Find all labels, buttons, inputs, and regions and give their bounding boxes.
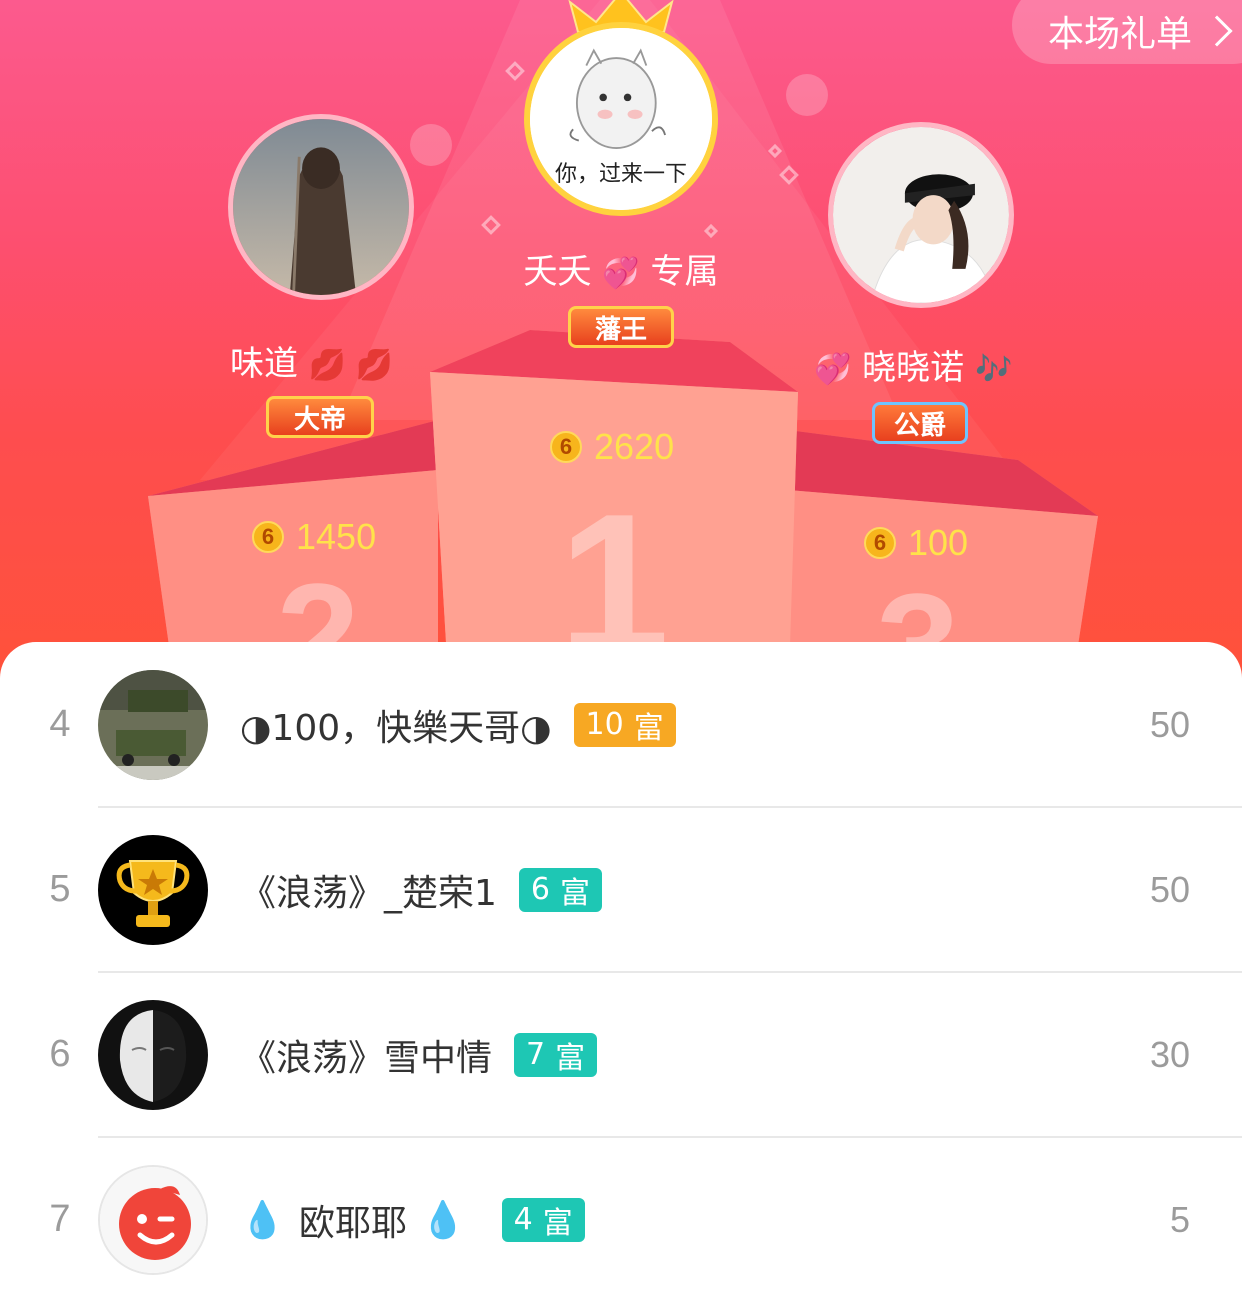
amount-first-value: 2620 xyxy=(594,426,675,467)
decor-bubble xyxy=(786,74,828,116)
score: 5 xyxy=(1169,1199,1190,1240)
rich-level: 6 xyxy=(530,872,550,907)
name-second: 味道 💋 💋 xyxy=(230,336,410,385)
amount-second-value: 1450 xyxy=(296,516,377,557)
amount-second: 6 1450 xyxy=(252,516,376,558)
heart-emoji-icon: 💞 xyxy=(814,352,852,387)
wink-face-avatar-image xyxy=(100,1167,206,1273)
avatar-first[interactable]: 你，过来一下 xyxy=(524,22,718,216)
title-badge-third: 公爵 xyxy=(872,402,968,444)
list-item[interactable]: 7 💧 欧耶耶 💧 4 富 5 xyxy=(0,1137,1242,1301)
username: 欧耶耶 xyxy=(298,1202,407,1244)
lips-emoji-icon: 💋 💋 xyxy=(308,348,394,383)
ranking-list: 4 ◑100，快樂天哥◑ 10 富 50 5 《浪荡》_楚荣1 6 富 50 6… xyxy=(0,642,1242,1301)
music-notes-emoji-icon: 🎶 xyxy=(974,352,1013,387)
list-item[interactable]: 5 《浪荡》_楚荣1 6 富 50 xyxy=(0,807,1242,972)
gift-list-button[interactable]: 本场礼单 xyxy=(1012,0,1242,64)
rich-level-badge: 6 富 xyxy=(518,867,602,912)
coin-icon: 6 xyxy=(550,431,582,463)
heart-emoji-icon: 💞 xyxy=(602,256,640,291)
mask-face-avatar-image xyxy=(98,1000,208,1110)
title-first-text: 藩王 xyxy=(594,314,647,345)
name-first: 夭夭 💞 专属 xyxy=(516,244,726,293)
avatar-first-caption: 你，过来一下 xyxy=(554,162,687,187)
score: 50 xyxy=(1149,869,1190,910)
coin-icon: 6 xyxy=(252,521,284,553)
rich-label: 富 xyxy=(555,1040,586,1076)
rich-level-badge: 7 富 xyxy=(514,1032,598,1077)
name-first-part2: 专属 xyxy=(650,252,719,292)
name-third-text: 晓晓诺 xyxy=(862,348,965,388)
gift-list-label: 本场礼单 xyxy=(1048,14,1193,55)
avatar-second[interactable] xyxy=(228,114,414,300)
rich-label: 富 xyxy=(560,875,590,911)
username: ◑100，快樂天哥◑ xyxy=(240,707,552,749)
title-badge-first: 藩王 xyxy=(568,306,674,348)
name-second-text: 味道 xyxy=(230,344,298,384)
list-item-name: ◑100，快樂天哥◑ 10 富 xyxy=(240,642,676,807)
rank-number: 6 xyxy=(49,1033,71,1075)
avatar-third[interactable] xyxy=(828,122,1014,308)
name-third: 💞 晓晓诺 🎶 xyxy=(814,340,1034,389)
name-first-part1: 夭夭 xyxy=(523,252,592,292)
trophy-avatar-image xyxy=(98,835,208,945)
rich-label: 富 xyxy=(633,710,664,746)
avatar[interactable] xyxy=(98,1000,208,1110)
list-item[interactable]: 6 《浪荡》雪中情 7 富 30 xyxy=(0,972,1242,1137)
username: 《浪荡》_楚荣1 xyxy=(240,872,497,914)
rank-number: 7 xyxy=(49,1198,71,1240)
title-badge-second: 大帝 xyxy=(266,396,374,438)
amount-third: 6 100 xyxy=(864,522,968,564)
leaderboard-hero: 本场礼单 2 3 1 6 1450 6 2620 6 100 你，过来一下 夭夭… xyxy=(0,0,1242,700)
amount-third-value: 100 xyxy=(908,522,969,563)
list-item-name: 《浪荡》雪中情 7 富 xyxy=(240,972,598,1137)
score: 30 xyxy=(1149,1034,1190,1075)
droplet-icon: 💧 xyxy=(240,1199,285,1241)
title-second-text: 大帝 xyxy=(293,404,346,435)
decor-bubble xyxy=(410,124,452,166)
list-item[interactable]: 4 ◑100，快樂天哥◑ 10 富 50 xyxy=(0,642,1242,807)
avatar[interactable] xyxy=(98,835,208,945)
avatar[interactable] xyxy=(98,1165,208,1275)
amount-first: 6 2620 xyxy=(550,426,674,468)
rich-level: 4 xyxy=(513,1202,533,1237)
rich-level-badge: 10 富 xyxy=(573,702,676,747)
rich-label: 富 xyxy=(542,1205,573,1241)
chevron-right-icon xyxy=(1201,15,1233,47)
score: 50 xyxy=(1149,704,1190,745)
list-item-name: 💧 欧耶耶 💧 4 富 xyxy=(240,1137,585,1301)
rank-number: 4 xyxy=(49,703,71,745)
rich-level: 10 xyxy=(585,707,624,742)
username: 《浪荡》雪中情 xyxy=(240,1037,493,1079)
avatar[interactable] xyxy=(98,670,208,780)
title-third-text: 公爵 xyxy=(893,410,946,441)
woman-cap-avatar-image xyxy=(833,127,1009,303)
cloaked-figure-avatar-image xyxy=(233,119,409,295)
rank-number: 5 xyxy=(49,868,71,910)
list-item-name: 《浪荡》_楚荣1 6 富 xyxy=(240,807,602,972)
coin-icon: 6 xyxy=(864,527,896,559)
droplet-icon: 💧 xyxy=(420,1199,466,1241)
vehicles-avatar-image xyxy=(98,670,208,780)
rich-level: 7 xyxy=(526,1037,546,1072)
rich-level-badge: 4 富 xyxy=(501,1197,585,1242)
